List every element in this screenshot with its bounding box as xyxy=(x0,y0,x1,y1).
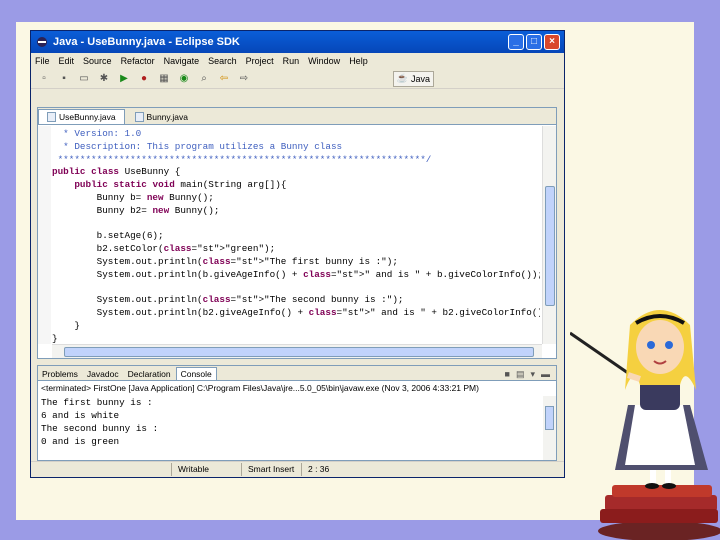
eclipse-window: Java - UseBunny.java - Eclipse SDK _ □ ×… xyxy=(30,30,565,478)
code-line: public class UseBunny { xyxy=(52,166,181,178)
menu-edit[interactable]: Edit xyxy=(59,56,75,66)
terminate-icon[interactable]: ■ xyxy=(505,369,510,380)
console-actions: ■ ▤ ▾ ▬ xyxy=(499,369,556,380)
code-line: System.out.println(class="st">"The secon… xyxy=(52,294,404,306)
code-line: System.out.println(class="st">"The first… xyxy=(52,255,398,267)
back-icon[interactable]: ⇦ xyxy=(217,72,231,86)
clear-console-icon[interactable]: ▤ xyxy=(516,369,525,380)
code-line: Bunny b= new Bunny(); xyxy=(52,191,214,203)
tab-usebunny-java[interactable]: UseBunny.java xyxy=(38,109,125,124)
java-file-icon xyxy=(47,112,56,122)
tab-javadoc[interactable]: Javadoc xyxy=(83,368,123,380)
new-package-icon[interactable]: ▦ xyxy=(157,72,171,86)
tab-bunny-java[interactable]: Bunny.java xyxy=(127,110,196,124)
tab-label: Bunny.java xyxy=(146,112,188,122)
new-icon[interactable]: ▫ xyxy=(37,72,51,86)
menu-refactor[interactable]: Refactor xyxy=(121,56,155,66)
menu-window[interactable]: Window xyxy=(308,56,340,66)
tab-console[interactable]: Console xyxy=(175,367,217,380)
menu-source[interactable]: Source xyxy=(83,56,112,66)
code-line: System.out.println(b.giveAgeInfo() + cla… xyxy=(52,268,540,280)
menu-file[interactable]: File xyxy=(35,56,50,66)
code-editor: UseBunny.java Bunny.java * Version: 1.0 … xyxy=(37,107,557,359)
code-line: b2.setColor(class="st">"green"); xyxy=(52,243,276,255)
status-bar: Writable Smart Insert 2 : 36 xyxy=(31,461,564,477)
status-cursor-position: 2 : 36 xyxy=(301,463,335,476)
menu-run[interactable]: Run xyxy=(283,56,300,66)
console-panel: Problems Javadoc Declaration Console ■ ▤… xyxy=(37,365,557,461)
code-line: System.out.println(b2.giveAgeInfo() + cl… xyxy=(52,307,540,319)
print-icon[interactable]: ▭ xyxy=(77,72,91,86)
console-output: The first bunny is : 6 and is white The … xyxy=(41,397,159,447)
run-icon[interactable]: ▶ xyxy=(117,72,131,86)
code-line: * Version: 1.0 xyxy=(52,128,142,139)
save-icon[interactable]: ▪ xyxy=(57,72,71,86)
search-icon[interactable]: ⌕ xyxy=(197,72,211,86)
debug-icon[interactable]: ✱ xyxy=(97,72,111,86)
editor-horizontal-scrollbar[interactable] xyxy=(52,344,542,358)
tab-declaration[interactable]: Declaration xyxy=(124,368,175,380)
cartoon-girl-with-pointer-illustration xyxy=(570,310,720,540)
java-file-icon xyxy=(134,112,144,122)
pin-console-icon[interactable]: ▾ xyxy=(530,369,535,380)
console-scrollbar[interactable] xyxy=(543,396,556,460)
editor-gutter xyxy=(38,126,51,344)
external-tools-icon[interactable]: ● xyxy=(137,72,151,86)
status-insert-mode: Smart Insert xyxy=(241,463,301,476)
code-line: public static void main(String arg[]){ xyxy=(74,179,287,191)
code-text[interactable]: * Version: 1.0 * Description: This progr… xyxy=(52,128,540,344)
java-perspective-icon: ☕ xyxy=(396,73,408,83)
code-line: b.setAge(6); xyxy=(52,230,164,242)
menu-project[interactable]: Project xyxy=(246,56,274,66)
tab-problems[interactable]: Problems xyxy=(38,368,82,380)
menu-help[interactable]: Help xyxy=(349,56,368,66)
eclipse-icon xyxy=(35,35,49,49)
console-status: <terminated> FirstOne [Java Application]… xyxy=(38,381,556,395)
title-bar: Java - UseBunny.java - Eclipse SDK _ □ × xyxy=(31,31,564,53)
main-toolbar: ▫ ▪ ▭ ✱ ▶ ● ▦ ◉ ⌕ ⇦ ⇨ ☕ Java xyxy=(31,69,564,89)
editor-tabs: UseBunny.java Bunny.java xyxy=(38,108,556,125)
minimize-view-icon[interactable]: ▬ xyxy=(541,369,550,380)
perspective-switcher[interactable]: ☕ Java xyxy=(392,70,434,87)
editor-vertical-scrollbar[interactable] xyxy=(542,126,556,344)
menu-search[interactable]: Search xyxy=(208,56,237,66)
menu-navigate[interactable]: Navigate xyxy=(164,56,200,66)
close-button[interactable]: × xyxy=(544,34,560,50)
window-title: Java - UseBunny.java - Eclipse SDK xyxy=(53,36,240,48)
maximize-button[interactable]: □ xyxy=(526,34,542,50)
perspective-label: Java xyxy=(410,73,430,84)
forward-icon[interactable]: ⇨ xyxy=(237,72,251,86)
status-writable: Writable xyxy=(171,463,241,476)
code-line: * Description: This program utilizes a B… xyxy=(52,140,343,152)
code-line: ****************************************… xyxy=(52,153,432,165)
code-line: } xyxy=(52,319,80,331)
minimize-button[interactable]: _ xyxy=(508,34,524,50)
console-tabs: Problems Javadoc Declaration Console ■ ▤… xyxy=(38,366,556,381)
tab-label: UseBunny.java xyxy=(59,112,116,122)
code-line: Bunny b2= new Bunny(); xyxy=(52,204,220,216)
new-class-icon[interactable]: ◉ xyxy=(177,72,191,86)
code-line: } xyxy=(52,332,58,344)
menu-bar: File Edit Source Refactor Navigate Searc… xyxy=(31,53,564,69)
